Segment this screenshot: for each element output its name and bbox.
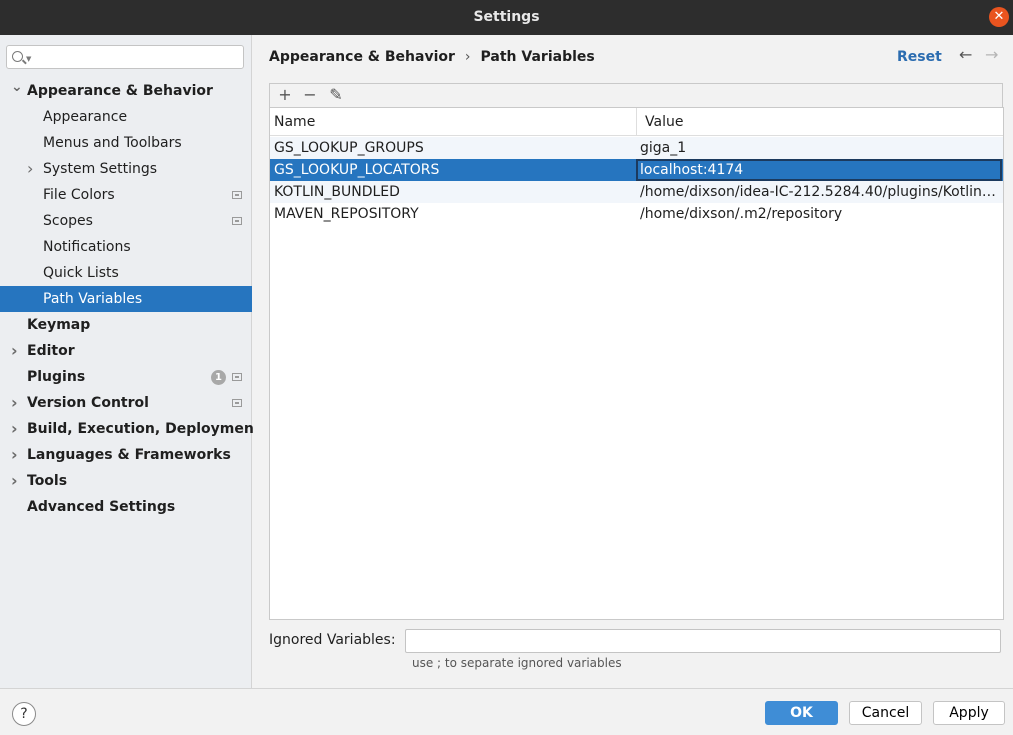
path-variables-table: Name Value GS_LOOKUP_GROUPS giga_1 GS_LOOK… — [269, 107, 1004, 620]
sidebar-item[interactable]: › Version Control — [0, 390, 252, 416]
breadcrumb-separator: › — [464, 49, 471, 65]
sidebar-item[interactable]: › Editor — [0, 338, 252, 364]
sidebar-item-label: Editor — [27, 343, 75, 359]
sidebar-item[interactable]: Advanced Settings — [0, 494, 252, 520]
chevron-right-icon[interactable]: › — [11, 442, 18, 468]
sidebar-item[interactable]: Menus and Toolbars — [0, 130, 252, 156]
search-input[interactable] — [35, 48, 240, 66]
add-icon[interactable]: + — [274, 85, 296, 105]
chevron-right-icon[interactable]: › — [11, 390, 18, 416]
sidebar-item[interactable]: ⌄ Appearance & Behavior — [0, 78, 252, 104]
sidebar-item-label: Keymap — [27, 317, 91, 333]
sidebar-item-label: Plugins — [27, 369, 86, 385]
chevron-down-icon[interactable]: ▼ — [26, 55, 31, 63]
sidebar-item-label: Build, Execution, Deployment — [27, 421, 261, 437]
sidebar-item[interactable]: › Languages & Frameworks — [0, 442, 252, 468]
table-toolbar: + − ✎ — [269, 83, 1003, 107]
ignored-variables-label: Ignored Variables: — [269, 632, 396, 648]
sidebar-item-label: Advanced Settings — [27, 499, 176, 515]
edit-icon[interactable]: ✎ — [325, 85, 347, 105]
sidebar-item[interactable]: › Tools — [0, 468, 252, 494]
reset-link[interactable]: Reset — [897, 49, 942, 65]
sidebar-item-label: Appearance — [43, 109, 128, 125]
window-title: Settings — [473, 9, 540, 25]
sidebar-item-label: Appearance & Behavior — [27, 83, 213, 99]
sidebar-item[interactable]: Appearance — [0, 104, 252, 130]
remove-icon[interactable]: − — [299, 85, 321, 105]
variable-name-cell[interactable]: KOTLIN_BUNDLED — [274, 181, 634, 203]
variable-value-cell[interactable]: localhost:4174 — [636, 159, 1002, 181]
dialog-footer: ? OK Cancel Apply — [0, 688, 1013, 735]
update-count-badge: 1 — [211, 370, 226, 385]
settings-tree: ⌄ Appearance & Behavior Appearance Menus an… — [0, 78, 261, 520]
chevron-right-icon[interactable]: › — [27, 156, 33, 182]
project-level-icon — [232, 399, 242, 407]
cancel-button[interactable]: Cancel — [849, 701, 922, 725]
variable-name-cell[interactable]: MAVEN_REPOSITORY — [274, 203, 634, 225]
variable-value-cell[interactable]: giga_1 — [640, 137, 1000, 159]
variable-name-cell[interactable]: GS_LOOKUP_GROUPS — [274, 137, 634, 159]
column-header-name[interactable]: Name — [270, 108, 637, 136]
search-box[interactable]: ▼ — [6, 45, 244, 69]
table-row[interactable]: GS_LOOKUP_LOCATORS localhost:4174 — [270, 159, 1003, 181]
sidebar-item[interactable]: Quick Lists — [0, 260, 252, 286]
table-row[interactable]: KOTLIN_BUNDLED/home/dixson/idea-IC-212.5… — [270, 181, 1003, 203]
sidebar-item-label: System Settings — [43, 161, 158, 177]
ok-button[interactable]: OK — [765, 701, 838, 725]
project-level-icon — [232, 217, 242, 225]
variable-value-cell[interactable]: /home/dixson/idea-IC-212.5284.40/plugins… — [640, 181, 1000, 203]
search-icon — [12, 51, 23, 62]
chevron-down-icon[interactable]: ⌄ — [11, 74, 23, 100]
sidebar-item[interactable]: File Colors — [0, 182, 252, 208]
table-row[interactable]: GS_LOOKUP_GROUPS giga_1 — [270, 137, 1003, 159]
sidebar-item-label: Languages & Frameworks — [27, 447, 231, 463]
sidebar-item[interactable]: Notifications — [0, 234, 252, 260]
sidebar-item[interactable]: Scopes — [0, 208, 252, 234]
apply-button[interactable]: Apply — [933, 701, 1005, 725]
table-header: Name Value — [270, 108, 1003, 136]
table-row[interactable]: MAVEN_REPOSITORY/home/dixson/.m2/reposit… — [270, 203, 1003, 225]
breadcrumb: Appearance & Behavior › Path Variables — [269, 49, 595, 65]
forward-arrow-icon[interactable]: → — [985, 45, 998, 64]
breadcrumb-current: Path Variables — [480, 49, 595, 65]
sidebar-item-label: Menus and Toolbars — [43, 135, 182, 151]
title-bar: Settings ✕ — [0, 0, 1013, 35]
sidebar-item-label: Notifications — [43, 239, 131, 255]
project-level-icon — [232, 191, 242, 199]
sidebar-item[interactable]: › System Settings — [0, 156, 252, 182]
settings-sidebar: ▼ ⌄ Appearance & Behavior Appearance Menus … — [0, 35, 261, 688]
sidebar-item-label: Quick Lists — [43, 265, 119, 281]
sidebar-item[interactable]: › Build, Execution, Deployment — [0, 416, 261, 442]
sidebar-item[interactable]: Path Variables — [0, 286, 252, 312]
ignored-variables-input[interactable] — [405, 629, 1001, 653]
close-icon[interactable]: ✕ — [989, 7, 1009, 27]
sidebar-item[interactable]: Plugins 1 — [0, 364, 252, 390]
chevron-right-icon[interactable]: › — [11, 468, 18, 494]
chevron-right-icon[interactable]: › — [11, 338, 18, 364]
column-header-value[interactable]: Value — [637, 108, 1003, 136]
help-icon[interactable]: ? — [12, 702, 36, 726]
project-level-icon — [232, 373, 242, 381]
variable-value-cell[interactable]: /home/dixson/.m2/repository — [640, 203, 1000, 225]
sidebar-item-label: Version Control — [27, 395, 149, 411]
sidebar-item-label: Path Variables — [43, 291, 143, 307]
ignored-variables-hint: use ; to separate ignored variables — [412, 656, 622, 670]
sidebar-item-label: Tools — [27, 473, 68, 489]
sidebar-item-label: Scopes — [43, 213, 93, 229]
sidebar-item-label: File Colors — [43, 187, 115, 203]
back-arrow-icon[interactable]: ← — [959, 45, 972, 64]
chevron-right-icon[interactable]: › — [11, 416, 18, 442]
main-panel: Appearance & Behavior › Path Variables Res… — [253, 35, 1013, 688]
breadcrumb-parent[interactable]: Appearance & Behavior — [269, 49, 455, 65]
variable-name-cell[interactable]: GS_LOOKUP_LOCATORS — [274, 159, 634, 181]
sidebar-item[interactable]: Keymap — [0, 312, 252, 338]
